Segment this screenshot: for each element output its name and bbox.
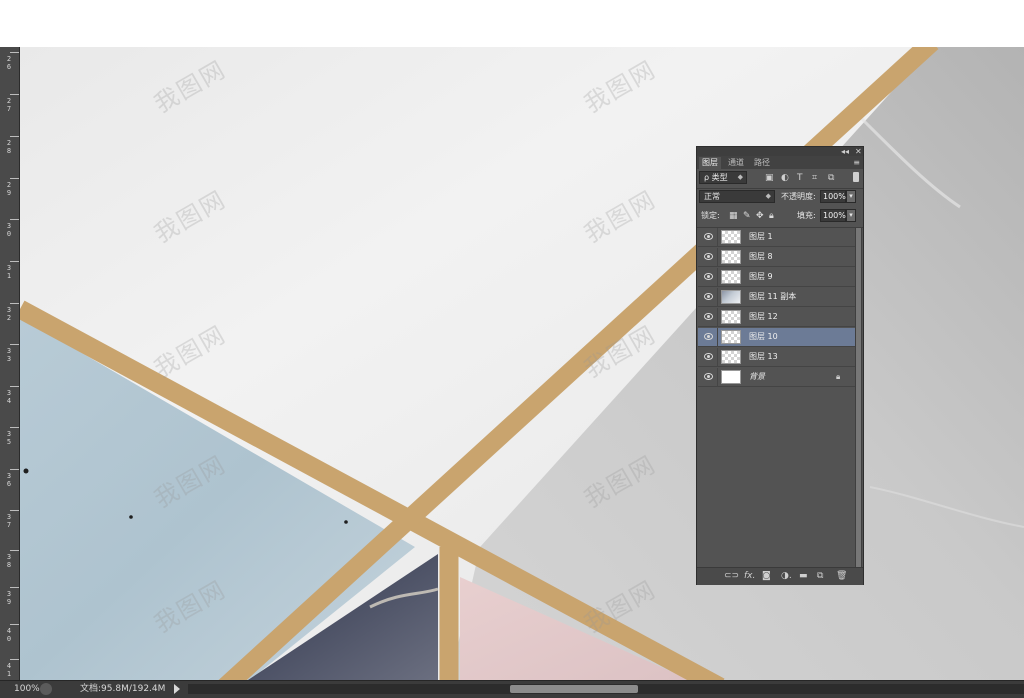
status-bar: 100% 文档:95.8M/192.4M	[0, 680, 1024, 698]
layer-name: 图层 9	[749, 272, 773, 281]
blend-mode-value: 正常	[704, 192, 720, 201]
opacity-label: 不透明度:	[781, 192, 816, 201]
layer-thumbnail	[721, 230, 741, 244]
scrollbar-thumb[interactable]	[510, 685, 638, 693]
layers-list: 图层 1 图层 8 图层 9 图层 11 副本 图层 12 图层 10 图层 1…	[698, 228, 855, 568]
zoom-level[interactable]: 100%	[0, 682, 40, 696]
document-size: 文档:95.8M/192.4M	[80, 684, 166, 694]
lock-icon: 🔒︎	[836, 372, 841, 381]
eye-icon[interactable]	[704, 233, 713, 240]
new-layer-icon[interactable]: ⧉	[817, 571, 823, 582]
fill-input[interactable]: 100%	[820, 209, 846, 222]
smart-object-filter-icon[interactable]: ⧉	[828, 173, 834, 183]
link-icon[interactable]: ⊂⊃	[724, 571, 739, 582]
layer-name: 图层 12	[749, 312, 778, 321]
opacity-dropdown-icon[interactable]: ▾	[846, 190, 856, 203]
lock-row: 锁定: ▦ ✎ ✥ 🔒︎ 填充: 100% ▾	[699, 209, 861, 225]
layer-thumbnail	[721, 350, 741, 364]
pixel-filter-icon[interactable]: ▣	[765, 173, 774, 183]
opacity-input[interactable]: 100%	[820, 190, 846, 203]
layer-thumbnail	[721, 290, 741, 304]
layer-row[interactable]: 图层 12	[698, 308, 855, 327]
filter-toggle[interactable]	[853, 172, 859, 182]
layer-thumbnail	[721, 310, 741, 324]
type-filter-icon[interactable]: T	[797, 173, 803, 183]
tab-layers[interactable]: 图层	[699, 157, 721, 169]
fx-icon[interactable]: fx.	[744, 571, 755, 582]
document-canvas[interactable]: 我图网 我图网 我图网 我图网 我图网 我图网 我图网 我图网 我图网 我图网	[20, 47, 1024, 680]
fill-label: 填充:	[797, 211, 816, 220]
lock-label: 锁定:	[701, 211, 720, 220]
layer-name: 图层 10	[749, 332, 778, 341]
eye-icon[interactable]	[704, 353, 713, 360]
eye-icon[interactable]	[704, 373, 713, 380]
eye-icon[interactable]	[704, 273, 713, 280]
speck	[344, 520, 348, 524]
eye-icon[interactable]	[704, 293, 713, 300]
panel-menu-icon[interactable]: ≡	[853, 158, 860, 168]
eye-icon[interactable]	[704, 333, 713, 340]
panel-titlebar[interactable]: ◂◂ ✕	[697, 147, 863, 156]
blend-row: 正常 ◆ 不透明度: 100% ▾	[699, 190, 861, 206]
layer-thumbnail	[721, 250, 741, 264]
layer-row-selected[interactable]: 图层 10	[698, 328, 855, 347]
top-whitespace	[0, 0, 1024, 47]
filter-type-value: ρ 类型	[704, 173, 728, 182]
fill-dropdown-icon[interactable]: ▾	[846, 209, 856, 222]
layers-scrollbar[interactable]	[855, 228, 862, 568]
chevron-down-icon: ◆	[737, 173, 743, 181]
layer-thumbnail	[721, 330, 741, 344]
horizontal-scrollbar[interactable]	[188, 684, 1024, 694]
layer-row[interactable]: 图层 13	[698, 348, 855, 367]
layer-filter-row: ρ 类型 ◆ ▣ ◐ T ⌗ ⧉	[699, 171, 861, 187]
lock-all-icon[interactable]: 🔒︎	[769, 210, 774, 222]
chevron-down-icon: ◆	[765, 192, 771, 200]
layer-name: 图层 1	[749, 232, 773, 241]
layer-row[interactable]: 图层 1	[698, 228, 855, 247]
layer-row[interactable]: 图层 11 副本	[698, 288, 855, 307]
speck	[23, 468, 29, 474]
layers-bottom-toolbar: ⊂⊃ fx. ◙ ◑. ▬ ⧉ 🗑︎	[697, 567, 863, 585]
layers-panel: ◂◂ ✕ 图层 通道 路径 ≡ ρ 类型 ◆ ▣ ◐ T ⌗ ⧉ 正常 ◆ 不透…	[696, 146, 864, 585]
layer-name: 图层 13	[749, 352, 778, 361]
speck	[129, 515, 133, 519]
layer-row[interactable]: 图层 9	[698, 268, 855, 287]
adjustment-filter-icon[interactable]: ◐	[781, 173, 789, 183]
tab-paths[interactable]: 路径	[751, 157, 773, 169]
lock-transparency-icon[interactable]: ▦	[729, 210, 738, 222]
tab-channels[interactable]: 通道	[725, 157, 747, 169]
layer-thumbnail	[721, 270, 741, 284]
status-menu-arrow-icon[interactable]	[174, 684, 180, 694]
lock-position-icon[interactable]: ✥	[756, 210, 764, 222]
shape-filter-icon[interactable]: ⌗	[812, 173, 817, 183]
vertical-ruler[interactable]: 26 27 28 29 30 31 32 33 34 35 36 37 38 3…	[0, 47, 20, 680]
zoom-indicator-icon	[40, 683, 52, 695]
folder-icon[interactable]: ▬	[799, 571, 808, 582]
mask-icon[interactable]: ◙	[762, 571, 771, 582]
layer-row-background[interactable]: 背景 🔒︎	[698, 368, 855, 387]
lock-pixels-icon[interactable]: ✎	[743, 210, 751, 222]
close-icon[interactable]: ✕	[855, 147, 862, 156]
trash-icon[interactable]: 🗑︎	[836, 571, 847, 582]
filter-type-select[interactable]: ρ 类型 ◆	[699, 171, 747, 184]
panel-tabs: 图层 通道 路径	[697, 156, 863, 169]
divider	[697, 188, 863, 189]
layer-row[interactable]: 图层 8	[698, 248, 855, 267]
layer-name: 背景	[749, 372, 765, 381]
layer-name: 图层 8	[749, 252, 773, 261]
layers-scrollbar-thumb[interactable]	[856, 228, 861, 568]
blend-mode-select[interactable]: 正常 ◆	[699, 190, 775, 203]
layer-name: 图层 11 副本	[749, 292, 797, 301]
layer-thumbnail	[721, 370, 741, 384]
adjustment-icon[interactable]: ◑.	[781, 571, 792, 582]
collapse-icon[interactable]: ◂◂	[841, 147, 849, 156]
eye-icon[interactable]	[704, 253, 713, 260]
eye-icon[interactable]	[704, 313, 713, 320]
